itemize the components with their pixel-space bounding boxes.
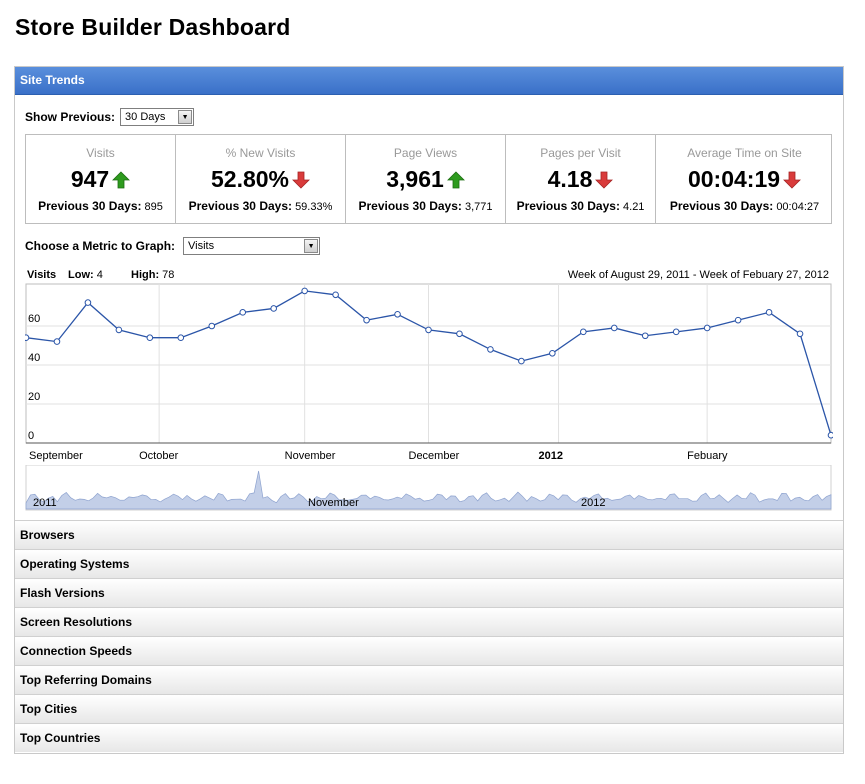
metric-value: 3,961: [386, 166, 444, 192]
y-tick-label: 20: [28, 391, 40, 403]
x-month-label: November: [285, 450, 336, 462]
metric-card: Page Views 3,961 Previous 30 Days: 3,771: [346, 135, 506, 223]
x-month-label: Febuary: [687, 450, 728, 462]
chart-high: High: 78: [131, 269, 175, 281]
data-point[interactable]: [518, 357, 525, 365]
data-point[interactable]: [734, 316, 742, 324]
data-point[interactable]: [115, 326, 123, 334]
metric-previous: Previous 30 Days: 59.33%: [188, 199, 333, 213]
y-tick-label: 0: [28, 430, 34, 442]
data-point[interactable]: [610, 324, 618, 332]
metric-value: 52.80%: [210, 166, 289, 192]
metric-value: 00:04:19: [687, 166, 781, 192]
show-previous-select[interactable]: 30 Days ▼: [120, 108, 195, 126]
data-point[interactable]: [53, 338, 61, 345]
section-connection-speeds[interactable]: Connection Speeds: [15, 636, 843, 665]
up-arrow-icon: [446, 170, 465, 188]
visits-line-chart[interactable]: 0 20 40 60 September October November December 2…: [25, 283, 833, 465]
metric-card: Pages per Visit 4.18 Previous 30 Days: 4.2…: [506, 135, 656, 223]
data-point[interactable]: [84, 299, 92, 306]
overview-label: 2012: [581, 497, 605, 509]
data-point[interactable]: [270, 305, 277, 312]
choose-metric-control: Choose a Metric to Graph: Visits ▼: [25, 237, 321, 255]
dropdown-arrow-icon[interactable]: ▼: [178, 110, 193, 124]
metric-previous: Previous 30 Days: 4.21: [516, 199, 645, 213]
metric-label: Pages per Visit: [540, 146, 621, 160]
metric-value: 947: [70, 166, 110, 192]
dropdown-arrow-icon[interactable]: ▼: [304, 239, 319, 253]
show-previous-label: Show Previous:: [25, 110, 116, 124]
data-point[interactable]: [765, 309, 773, 316]
data-point[interactable]: [239, 309, 247, 316]
metric-label: % New Visits: [225, 146, 296, 160]
section-flash-versions[interactable]: Flash Versions: [15, 578, 843, 607]
section-top-cities[interactable]: Top Cities: [15, 694, 843, 723]
data-point[interactable]: [456, 330, 463, 338]
metric-previous: Previous 30 Days: 00:04:27: [669, 199, 820, 213]
show-previous-value: 30 Days: [125, 111, 166, 123]
overview-range-chart[interactable]: 2011 November 2012: [25, 465, 833, 511]
section-screen-resolutions[interactable]: Screen Resolutions: [15, 607, 843, 636]
x-month-label: 2012: [539, 450, 563, 462]
data-point[interactable]: [641, 332, 649, 340]
metric-value: 4.18: [547, 166, 593, 192]
metric-label: Page Views: [393, 146, 458, 160]
data-point[interactable]: [549, 350, 556, 357]
section-top-countries[interactable]: Top Countries: [15, 723, 843, 752]
overview-label: November: [308, 497, 359, 509]
data-point[interactable]: [580, 328, 587, 336]
x-month-label: October: [139, 450, 178, 462]
up-arrow-icon: [112, 170, 131, 188]
metric-previous: Previous 30 Days: 3,771: [358, 199, 493, 213]
data-point[interactable]: [301, 287, 308, 295]
down-arrow-icon: [595, 171, 614, 189]
y-tick-label: 40: [28, 352, 40, 364]
choose-metric-label: Choose a Metric to Graph:: [25, 239, 176, 253]
metrics-summary: Visits 947 Previous 30 Days: 895 % New Visi…: [25, 134, 832, 224]
x-month-label: December: [409, 450, 460, 462]
data-point[interactable]: [827, 431, 833, 439]
section-browsers[interactable]: Browsers: [15, 520, 843, 549]
data-point[interactable]: [25, 334, 30, 341]
overview-label: 2011: [33, 497, 57, 509]
down-arrow-icon: [292, 171, 310, 189]
section-operating-systems[interactable]: Operating Systems: [15, 549, 843, 578]
metric-select[interactable]: Visits ▼: [183, 237, 321, 255]
chart-date-range: Week of August 29, 2011 - Week of Febuar…: [567, 269, 829, 281]
section-top-referring-domains[interactable]: Top Referring Domains: [15, 665, 843, 694]
site-trends-panel: Site Trends Show Previous: 30 Days ▼ Vis…: [14, 66, 844, 754]
metric-card: % New Visits 52.80% Previous 30 Days: 59.3…: [176, 135, 346, 223]
chart-low: Low: 4: [68, 269, 103, 281]
data-point[interactable]: [332, 291, 339, 299]
metric-card: Visits 947 Previous 30 Days: 895: [26, 135, 176, 223]
metric-select-value: Visits: [188, 240, 215, 252]
x-month-label: September: [29, 450, 83, 462]
data-point[interactable]: [425, 326, 432, 334]
data-point[interactable]: [177, 334, 185, 342]
page-title: Store Builder Dashboard: [15, 14, 291, 40]
data-point[interactable]: [146, 334, 154, 342]
data-point[interactable]: [796, 330, 804, 338]
show-previous-control: Show Previous: 30 Days ▼: [25, 108, 195, 126]
metric-previous: Previous 30 Days: 895: [38, 199, 163, 213]
y-tick-label: 60: [28, 313, 40, 325]
data-point[interactable]: [208, 322, 216, 330]
data-point[interactable]: [672, 328, 680, 336]
data-point[interactable]: [703, 324, 711, 332]
metric-card: Average Time on Site 00:04:19 Previous 30 …: [656, 135, 833, 223]
down-arrow-icon: [783, 171, 801, 189]
chart-metric-name: Visits: [27, 269, 57, 281]
metric-label: Average Time on Site: [687, 146, 802, 160]
data-point[interactable]: [363, 316, 370, 324]
data-point[interactable]: [487, 346, 494, 353]
data-point[interactable]: [394, 311, 401, 318]
metric-label: Visits: [86, 146, 115, 160]
site-trends-header[interactable]: Site Trends: [15, 67, 843, 95]
